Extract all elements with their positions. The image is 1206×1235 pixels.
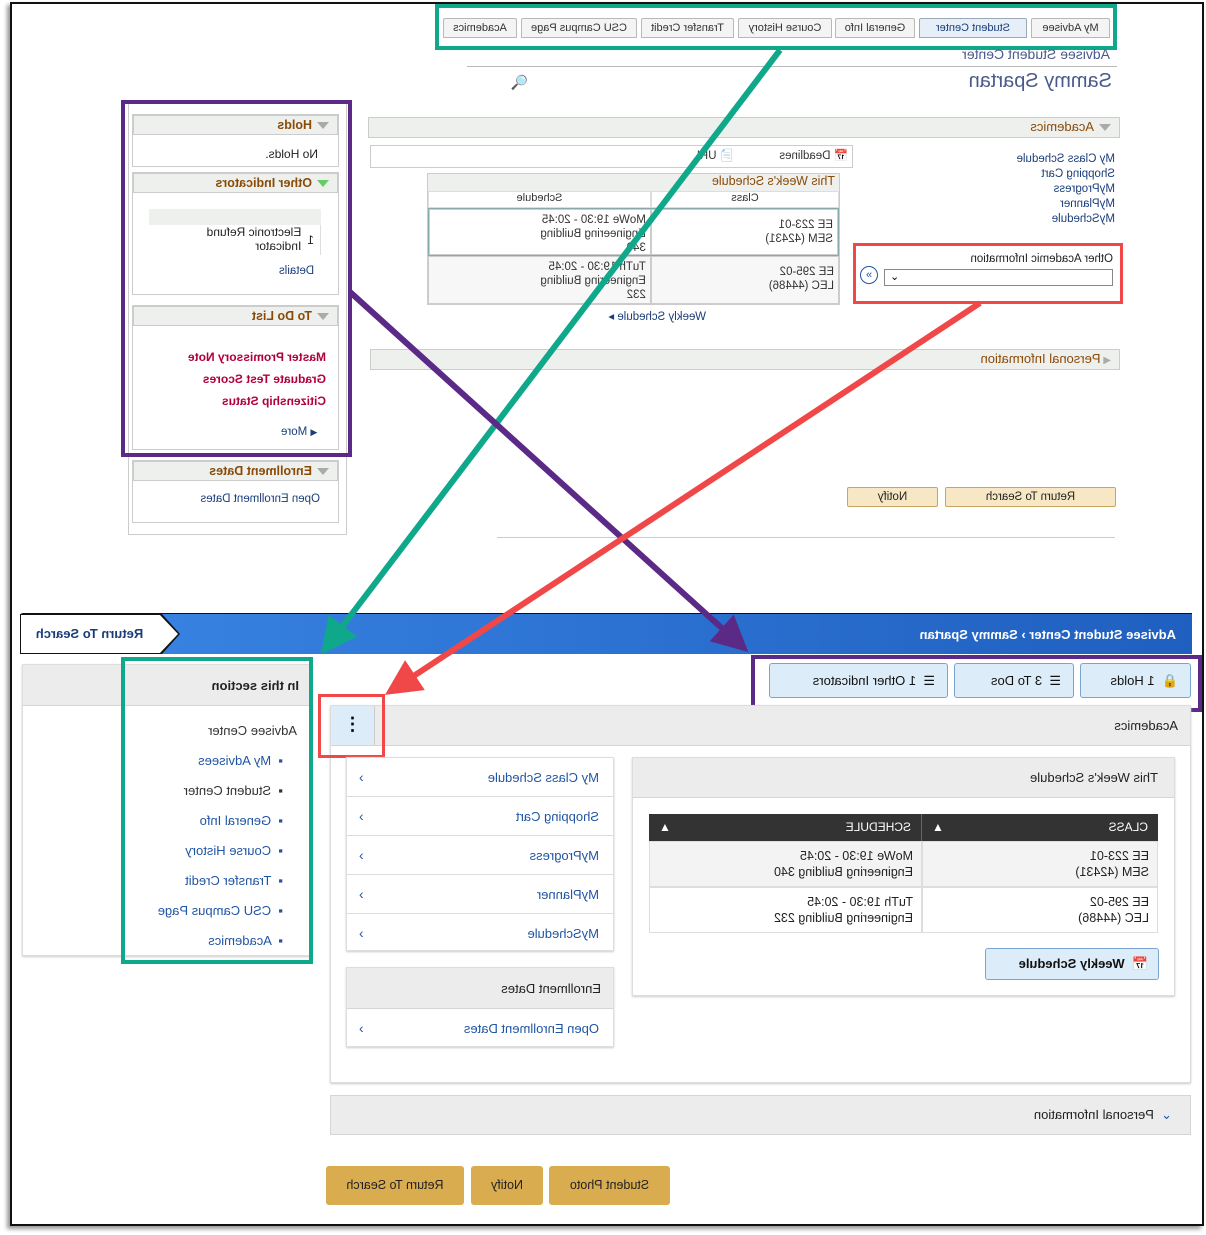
red-arrow <box>384 300 982 695</box>
callout-arrows <box>321 48 982 695</box>
green-arrow <box>321 48 783 655</box>
